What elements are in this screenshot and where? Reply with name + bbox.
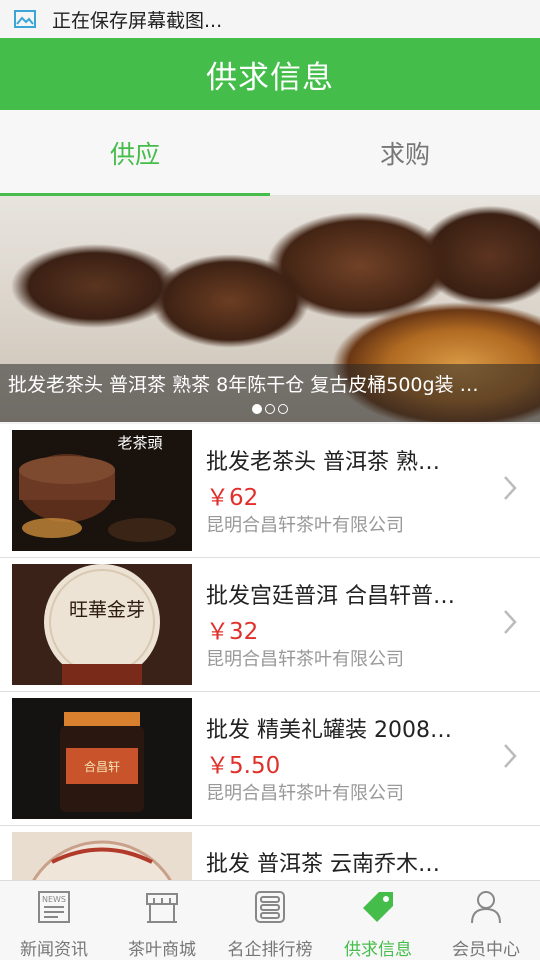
tab-bar: 供应 求购 bbox=[0, 110, 540, 196]
nav-label: 会员中心 bbox=[452, 940, 520, 960]
chevron-right-icon bbox=[502, 608, 518, 636]
product-name: 批发 普洱茶 云南乔木… bbox=[206, 852, 440, 877]
store-icon bbox=[142, 887, 182, 927]
product-price: ￥62 bbox=[206, 485, 259, 511]
product-name: 批发 精美礼罐装 2008… bbox=[206, 718, 452, 743]
screenshot-icon bbox=[14, 9, 38, 29]
banner-caption-bar: 批发老茶头 普洱茶 熟茶 8年陈干仓 复古皮桶500g装 … bbox=[0, 364, 540, 422]
nav-label: 供求信息 bbox=[344, 940, 412, 960]
product-thumbnail: 老茶頭 bbox=[12, 430, 192, 551]
list-item[interactable]: 老茶頭 批发老茶头 普洱茶 熟… ￥62 昆明合昌轩茶叶有限公司 bbox=[0, 424, 540, 558]
app-bar: 供求信息 bbox=[0, 38, 540, 110]
news-icon: NEWS bbox=[34, 887, 74, 927]
carousel-dot-1[interactable] bbox=[252, 404, 262, 414]
user-icon bbox=[466, 887, 506, 927]
product-thumbnail: 旺華金芽 bbox=[12, 564, 192, 685]
thumb-label: 合昌轩 bbox=[84, 759, 120, 774]
product-price: ￥5.50 bbox=[206, 753, 281, 779]
carousel-dot-2[interactable] bbox=[265, 404, 275, 414]
product-name: 批发老茶头 普洱茶 熟… bbox=[206, 450, 440, 475]
page-title: 供求信息 bbox=[206, 59, 334, 96]
carousel-dot-3[interactable] bbox=[278, 404, 288, 414]
svg-text:NEWS: NEWS bbox=[42, 895, 66, 904]
bottom-nav: NEWS 新闻资讯 茶叶商城 名企排行榜 供求信息 会员中心 bbox=[0, 880, 540, 960]
company-name: 昆明合昌轩茶叶有限公司 bbox=[206, 783, 404, 804]
list-item[interactable]: 旺華金芽 批发宫廷普洱 合昌轩普… ￥32 昆明合昌轩茶叶有限公司 bbox=[0, 558, 540, 692]
nav-label: 名企排行榜 bbox=[227, 940, 313, 960]
nav-member[interactable]: 会员中心 bbox=[432, 881, 540, 960]
thumb-label: 旺華金芽 bbox=[69, 599, 145, 621]
nav-label: 新闻资讯 bbox=[20, 940, 88, 960]
carousel-indicator bbox=[0, 404, 540, 414]
tab-supply[interactable]: 供应 bbox=[0, 110, 270, 196]
tab-purchase[interactable]: 求购 bbox=[270, 110, 540, 195]
nav-news[interactable]: NEWS 新闻资讯 bbox=[0, 881, 108, 960]
nav-label: 茶叶商城 bbox=[128, 940, 196, 960]
banner-caption: 批发老茶头 普洱茶 熟茶 8年陈干仓 复古皮桶500g装 … bbox=[8, 374, 479, 396]
ranking-icon bbox=[250, 887, 290, 927]
nav-supply-demand[interactable]: 供求信息 bbox=[324, 881, 432, 960]
banner-carousel[interactable]: 批发老茶头 普洱茶 熟茶 8年陈干仓 复古皮桶500g装 … bbox=[0, 196, 540, 422]
nav-store[interactable]: 茶叶商城 bbox=[108, 881, 216, 960]
company-name: 昆明合昌轩茶叶有限公司 bbox=[206, 649, 404, 670]
status-text: 正在保存屏幕截图... bbox=[52, 9, 223, 32]
company-name: 昆明合昌轩茶叶有限公司 bbox=[206, 515, 404, 536]
status-bar: 正在保存屏幕截图... bbox=[0, 0, 540, 38]
nav-ranking[interactable]: 名企排行榜 bbox=[216, 881, 324, 960]
tag-icon bbox=[358, 887, 398, 927]
product-name: 批发宫廷普洱 合昌轩普… bbox=[206, 584, 455, 609]
product-thumbnail: 合昌轩 bbox=[12, 698, 192, 819]
chevron-right-icon bbox=[502, 474, 518, 502]
chevron-right-icon bbox=[502, 742, 518, 770]
product-price: ￥32 bbox=[206, 619, 259, 645]
thumb-label: 老茶頭 bbox=[117, 434, 162, 452]
list-item[interactable]: 合昌轩 批发 精美礼罐装 2008… ￥5.50 昆明合昌轩茶叶有限公司 bbox=[0, 692, 540, 826]
